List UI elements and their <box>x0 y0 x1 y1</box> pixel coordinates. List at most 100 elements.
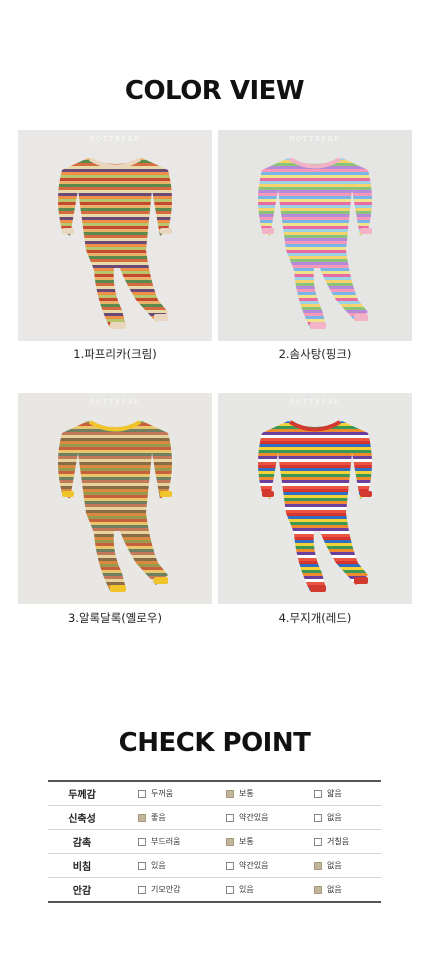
stripe <box>258 286 372 289</box>
stripe <box>58 211 172 214</box>
stripe <box>58 558 172 561</box>
stripe <box>58 169 172 172</box>
stripe <box>258 196 372 199</box>
stripe <box>258 468 372 471</box>
caption-4: 4.무지개(레드) <box>278 611 352 625</box>
stripe <box>48 594 188 597</box>
stripe <box>58 504 172 507</box>
option-text: 부드러움 <box>151 837 181 846</box>
option-text: 있음 <box>151 861 166 870</box>
stripe <box>258 187 372 190</box>
stripe <box>258 205 372 208</box>
stripe <box>58 441 172 444</box>
stripe <box>58 459 172 462</box>
stripe <box>258 507 372 510</box>
caption-2: 2.솜사탕(핑크) <box>278 347 352 361</box>
checkbox-icon <box>314 813 322 822</box>
stripe <box>58 465 172 468</box>
stripe <box>48 417 188 420</box>
checkbox-icon <box>138 861 146 870</box>
option: 보통 <box>204 788 292 799</box>
stripe <box>258 483 372 486</box>
stripe <box>258 301 372 304</box>
striped-fabric <box>258 158 372 328</box>
stripe <box>58 259 172 262</box>
stripe <box>258 193 372 196</box>
row-label: 비침 <box>72 862 92 873</box>
stripe <box>58 498 172 501</box>
check-point-title: CHECK POINT <box>118 728 311 758</box>
stripe <box>258 525 372 528</box>
stripe <box>58 187 172 190</box>
stripe <box>258 435 372 438</box>
option: 기모안감 <box>116 884 204 895</box>
stripe <box>258 268 372 271</box>
stripe <box>58 462 172 465</box>
stripe <box>258 462 372 465</box>
option: 좋음 <box>116 812 204 823</box>
option-text: 없음 <box>327 885 342 894</box>
stripe <box>58 256 172 259</box>
stripe <box>58 184 172 187</box>
option-text: 약간있음 <box>239 861 269 870</box>
stripe <box>58 271 172 274</box>
stripe <box>258 208 372 211</box>
stripe <box>58 570 172 573</box>
pajama-illustration <box>258 157 372 329</box>
stripe <box>58 247 172 250</box>
stripe <box>58 199 172 202</box>
stripe <box>58 552 172 555</box>
stripe <box>258 241 372 244</box>
stripe <box>58 483 172 486</box>
stripe <box>258 573 372 576</box>
stripe <box>258 504 372 507</box>
stripe <box>58 289 172 292</box>
stripe <box>58 172 172 175</box>
stripe <box>258 307 372 310</box>
stripe <box>258 280 372 283</box>
stripe <box>48 331 188 334</box>
stripe <box>58 280 172 283</box>
option: 보통 <box>204 836 292 847</box>
stripe <box>58 158 172 160</box>
check-row: 비침 있음 약간있음 없음 <box>48 854 381 878</box>
pajama-illustration <box>248 420 388 597</box>
stripe <box>58 175 172 178</box>
caption-1: 1.파프리카(크림) <box>73 347 157 361</box>
cuff-trim <box>360 228 372 234</box>
product-photo-1: DOTTBEBE <box>18 130 212 341</box>
stripe <box>58 190 172 193</box>
stripe <box>58 196 172 199</box>
option: 없음 <box>292 884 380 895</box>
option-text: 약간있음 <box>239 813 269 822</box>
stripe <box>58 450 172 453</box>
checkbox-icon <box>226 861 234 870</box>
stripe <box>258 480 372 483</box>
stripe <box>58 307 172 310</box>
stripe <box>58 244 172 247</box>
stripe <box>58 235 172 238</box>
stripe <box>258 271 372 274</box>
stripe <box>58 531 172 534</box>
stripe <box>58 423 172 426</box>
checkbox-icon <box>226 789 234 798</box>
stripe <box>58 528 172 531</box>
checkbox-icon <box>138 837 146 846</box>
stripe <box>58 447 172 450</box>
stripe <box>258 567 372 570</box>
check-row: 신축성 좋음 약간있음 없음 <box>48 806 381 830</box>
stripe <box>258 158 372 160</box>
stripe <box>58 438 172 441</box>
stripe <box>258 295 372 298</box>
stripe <box>248 594 388 597</box>
stripe <box>258 528 372 531</box>
checkbox-icon <box>226 837 234 846</box>
stripe <box>58 435 172 438</box>
stripe <box>258 223 372 226</box>
stripe <box>258 534 372 537</box>
stripe <box>58 223 172 226</box>
stripe <box>58 217 172 220</box>
stripe <box>58 453 172 456</box>
row-label: 신축성 <box>68 814 96 825</box>
option: 거칠음 <box>292 836 380 847</box>
